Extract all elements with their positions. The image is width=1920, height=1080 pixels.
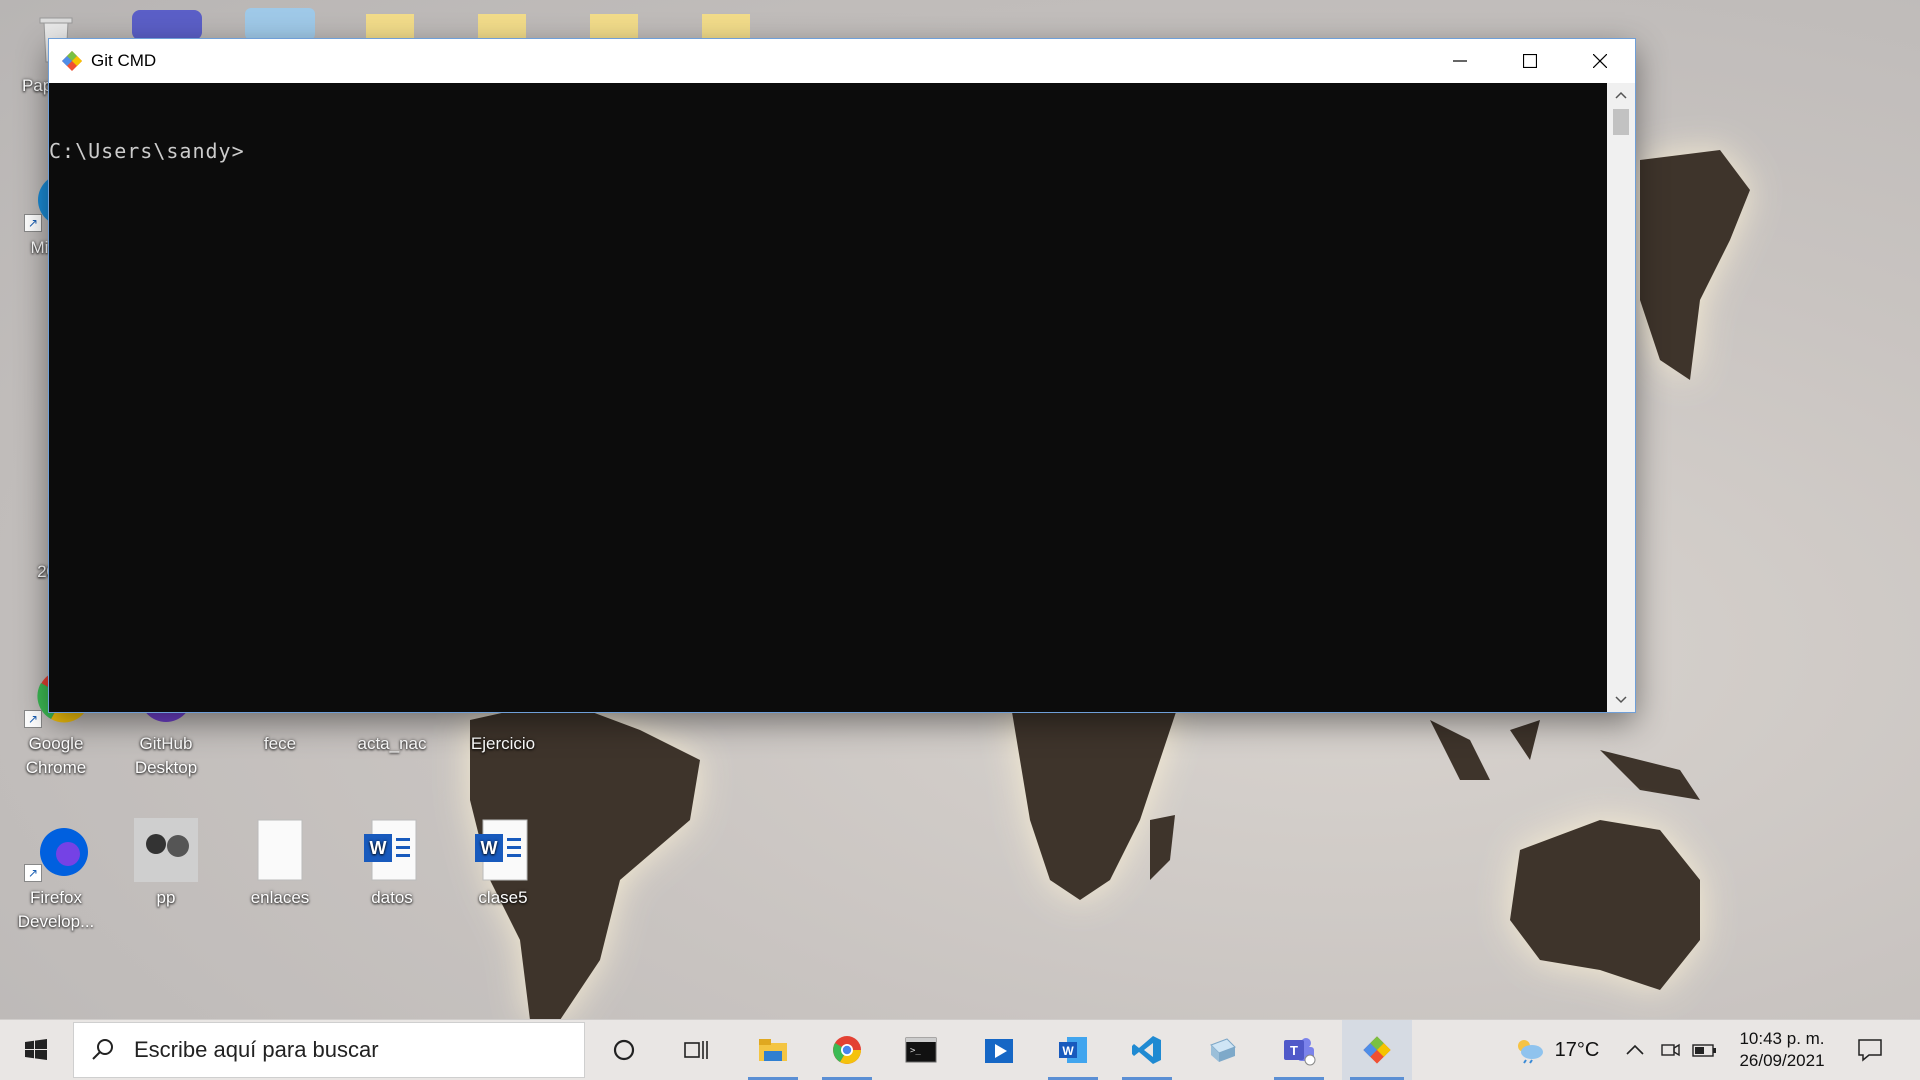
clock-date: 26/09/2021 [1739,1051,1825,1070]
window-title: Git CMD [91,51,157,70]
maximize-icon [1523,54,1537,68]
battery-icon [1692,1044,1716,1057]
vertical-scrollbar[interactable] [1607,83,1635,712]
chevron-up-icon [1615,91,1627,99]
desktop-icon-label: GitHub Desktop [134,734,198,777]
cortana-circle-icon [613,1039,635,1061]
camera-icon [1661,1043,1680,1057]
taskbar-app-file-explorer[interactable] [740,1020,806,1080]
weather-temperature[interactable]: 17°C [1552,1020,1602,1080]
word-doc-icon: W [471,818,535,882]
taskbar-app-word[interactable]: W [1040,1020,1106,1080]
task-view-button[interactable] [664,1020,728,1080]
start-button[interactable] [0,1020,72,1080]
folder-icon[interactable] [590,14,638,40]
action-center-button[interactable] [1846,1020,1894,1080]
word-doc-icon: W [360,818,424,882]
taskbar-app-vscode[interactable] [1114,1020,1180,1080]
desktop-icon-pp[interactable]: pp [118,818,214,910]
console-prompt: C:\Users\sandy> [49,139,245,163]
folder-icon[interactable] [702,14,750,40]
teams-icon: T [1284,1038,1316,1066]
svg-text:W: W [370,838,387,858]
desktop-icon-label: Google Chrome [25,734,87,777]
word-icon: W [1059,1037,1087,1063]
minimize-button[interactable] [1425,39,1495,83]
desktop-icon-label: enlaces [250,888,310,907]
battery-button[interactable] [1688,1020,1722,1080]
chevron-down-icon [1615,696,1627,704]
svg-text:>_: >_ [910,1046,921,1056]
desktop-icon-datos[interactable]: W datos [344,818,440,910]
search-placeholder: Escribe aquí para buscar [134,1037,379,1062]
text-file-icon [248,818,312,882]
search-box[interactable]: Escribe aquí para buscar [73,1022,585,1078]
desktop-icon-label: acta_nac [357,734,427,753]
file-explorer-icon [759,1039,787,1061]
taskbar: Escribe aquí para buscar >_ W T 17°C 10:… [0,1019,1920,1080]
chrome-icon [833,1036,861,1064]
close-icon [1593,54,1607,68]
vscode-icon [1132,1036,1161,1064]
desktop-icon-label: Ejercicio [470,734,536,753]
cortana-button[interactable] [592,1020,656,1080]
windows-logo-icon [25,1039,47,1060]
weather-button[interactable] [1510,1020,1550,1080]
console-area[interactable]: C:\Users\sandy> [49,83,1607,712]
teams-desktop-icon[interactable] [132,10,202,40]
taskbar-app-teams[interactable]: T [1266,1020,1332,1080]
virtualbox-icon [1210,1038,1236,1062]
shortcut-arrow-icon: ↗ [24,214,42,232]
shortcut-arrow-icon: ↗ [24,864,42,882]
close-button[interactable] [1565,39,1635,83]
clock-time: 10:43 p. m. [1739,1029,1825,1048]
folder-icon[interactable] [366,14,414,40]
desktop-icon-label: datos [371,888,413,907]
chevron-up-icon [1626,1044,1644,1055]
taskbar-app-git[interactable] [1342,1020,1412,1080]
taskbar-app-virtualbox[interactable] [1190,1020,1256,1080]
shortcut-arrow-icon: ↗ [24,710,42,728]
weather-cloud-icon [1518,1040,1543,1064]
desktop-icon-label: clase5 [478,888,528,907]
media-player-icon [985,1039,1013,1063]
git-cmd-window[interactable]: Git CMD C:\Users\sandy> [49,39,1635,712]
show-hidden-icons-button[interactable] [1620,1020,1650,1080]
virtualbox-desktop-icon[interactable] [245,8,315,40]
svg-text:W: W [481,838,498,858]
clock[interactable]: 10:43 p. m. 26/09/2021 [1730,1020,1834,1080]
minimize-icon [1453,60,1467,62]
image-icon [134,818,198,882]
notification-icon [1858,1039,1882,1062]
desktop-icon-label: pp [156,888,176,907]
desktop-icon-enlaces[interactable]: enlaces [232,818,328,910]
desktop-icon-firefox-developer[interactable]: ↗ Firefox Develop... [8,818,104,934]
task-view-icon [684,1041,708,1059]
desktop-icon-label: fece [263,734,297,753]
maximize-button[interactable] [1495,39,1565,83]
git-icon [1363,1036,1391,1064]
desktop-icon-clase5[interactable]: W clase5 [455,818,551,910]
scroll-down-button[interactable] [1607,688,1635,712]
meet-now-button[interactable] [1654,1020,1684,1080]
taskbar-app-terminal[interactable]: >_ [888,1020,954,1080]
taskbar-app-chrome[interactable] [814,1020,880,1080]
taskbar-app-media-player[interactable] [966,1020,1032,1080]
title-bar[interactable]: Git CMD [49,39,1635,83]
folder-icon[interactable] [478,14,526,40]
terminal-icon: >_ [905,1037,937,1063]
svg-text:T: T [1290,1043,1298,1058]
scroll-up-button[interactable] [1607,83,1635,107]
git-icon [62,51,82,71]
search-icon [92,1039,113,1060]
scroll-thumb[interactable] [1613,109,1629,135]
svg-text:W: W [1062,1044,1074,1058]
desktop-icon-label: Firefox Develop... [17,888,95,931]
firefox-dev-icon: ↗ [24,818,88,882]
